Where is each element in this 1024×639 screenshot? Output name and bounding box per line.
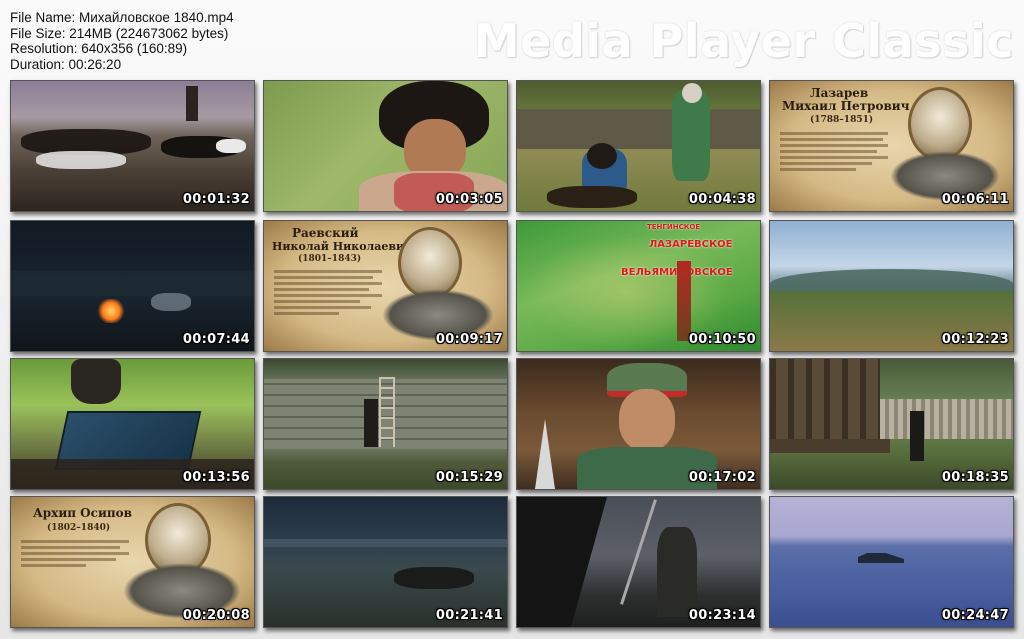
timestamp-4: 00:06:11 xyxy=(941,192,1009,207)
portrait-surname: Раевский xyxy=(292,226,359,240)
portrait-caption xyxy=(21,537,129,570)
thumbnail-16[interactable]: 00:24:47 xyxy=(769,496,1014,628)
timestamp-8: 00:12:23 xyxy=(941,332,1009,347)
portrait-caption xyxy=(274,267,382,318)
timestamp-2: 00:03:05 xyxy=(435,192,503,207)
thumbnail-6[interactable]: Раевский Николай Николаевич (1801–1843) … xyxy=(263,220,508,352)
thumbnail-13[interactable]: Архип Осипов (1802–1840) 00:20:08 xyxy=(10,496,255,628)
timestamp-9: 00:13:56 xyxy=(182,470,250,485)
thumbnail-11[interactable]: 00:17:02 xyxy=(516,358,761,490)
timestamp-14: 00:21:41 xyxy=(435,608,503,623)
thumbnail-3[interactable]: 00:04:38 xyxy=(516,80,761,212)
thumbnail-1[interactable]: 00:01:32 xyxy=(10,80,255,212)
thumbnail-14[interactable]: 00:21:41 xyxy=(263,496,508,628)
ladder xyxy=(379,377,395,447)
portrait-caption xyxy=(780,129,888,174)
portrait-fullname: Михаил Петрович xyxy=(782,99,910,113)
portrait-years: (1801–1843) xyxy=(298,254,362,264)
timestamp-6: 00:09:17 xyxy=(435,332,503,347)
portrait-surname: Архип Осипов xyxy=(33,506,132,520)
portrait-medallion xyxy=(908,87,972,161)
portrait-years: (1788–1851) xyxy=(810,115,874,125)
thumbnail-15[interactable]: 00:23:14 xyxy=(516,496,761,628)
timestamp-16: 00:24:47 xyxy=(941,608,1009,623)
map-label-2: ЛАЗАРЕВСКОЕ xyxy=(649,239,733,250)
thumbnail-12[interactable]: 00:18:35 xyxy=(769,358,1014,490)
portrait-fullname: Николай Николаевич xyxy=(272,240,413,253)
timestamp-7: 00:10:50 xyxy=(688,332,756,347)
thumbnail-grid: 00:01:32 00:03:05 00:04:38 Лазарев Михаи… xyxy=(0,0,1024,639)
map-tower-marker xyxy=(677,261,691,341)
thumbnail-9[interactable]: 00:13:56 xyxy=(10,358,255,490)
timestamp-1: 00:01:32 xyxy=(182,192,250,207)
timestamp-15: 00:23:14 xyxy=(688,608,756,623)
timestamp-11: 00:17:02 xyxy=(688,470,756,485)
timestamp-5: 00:07:44 xyxy=(182,332,250,347)
timestamp-13: 00:20:08 xyxy=(182,608,250,623)
thumbnail-8[interactable]: 00:12:23 xyxy=(769,220,1014,352)
thumbnail-10[interactable]: 00:15:29 xyxy=(263,358,508,490)
timestamp-3: 00:04:38 xyxy=(688,192,756,207)
thumbnail-4[interactable]: Лазарев Михаил Петрович (1788–1851) 00:0… xyxy=(769,80,1014,212)
portrait-years: (1802–1840) xyxy=(47,523,111,533)
thumbnail-5[interactable]: 00:07:44 xyxy=(10,220,255,352)
thumbnail-2[interactable]: 00:03:05 xyxy=(263,80,508,212)
timestamp-12: 00:18:35 xyxy=(941,470,1009,485)
thumbnail-7[interactable]: ТЕНГИНСКОЕ ЛАЗАРЕВСКОЕ ВЕЛЬЯМИНОВСКОЕ 00… xyxy=(516,220,761,352)
timestamp-10: 00:15:29 xyxy=(435,470,503,485)
ship-icon xyxy=(858,553,904,563)
map-label-1: ТЕНГИНСКОЕ xyxy=(647,223,701,231)
